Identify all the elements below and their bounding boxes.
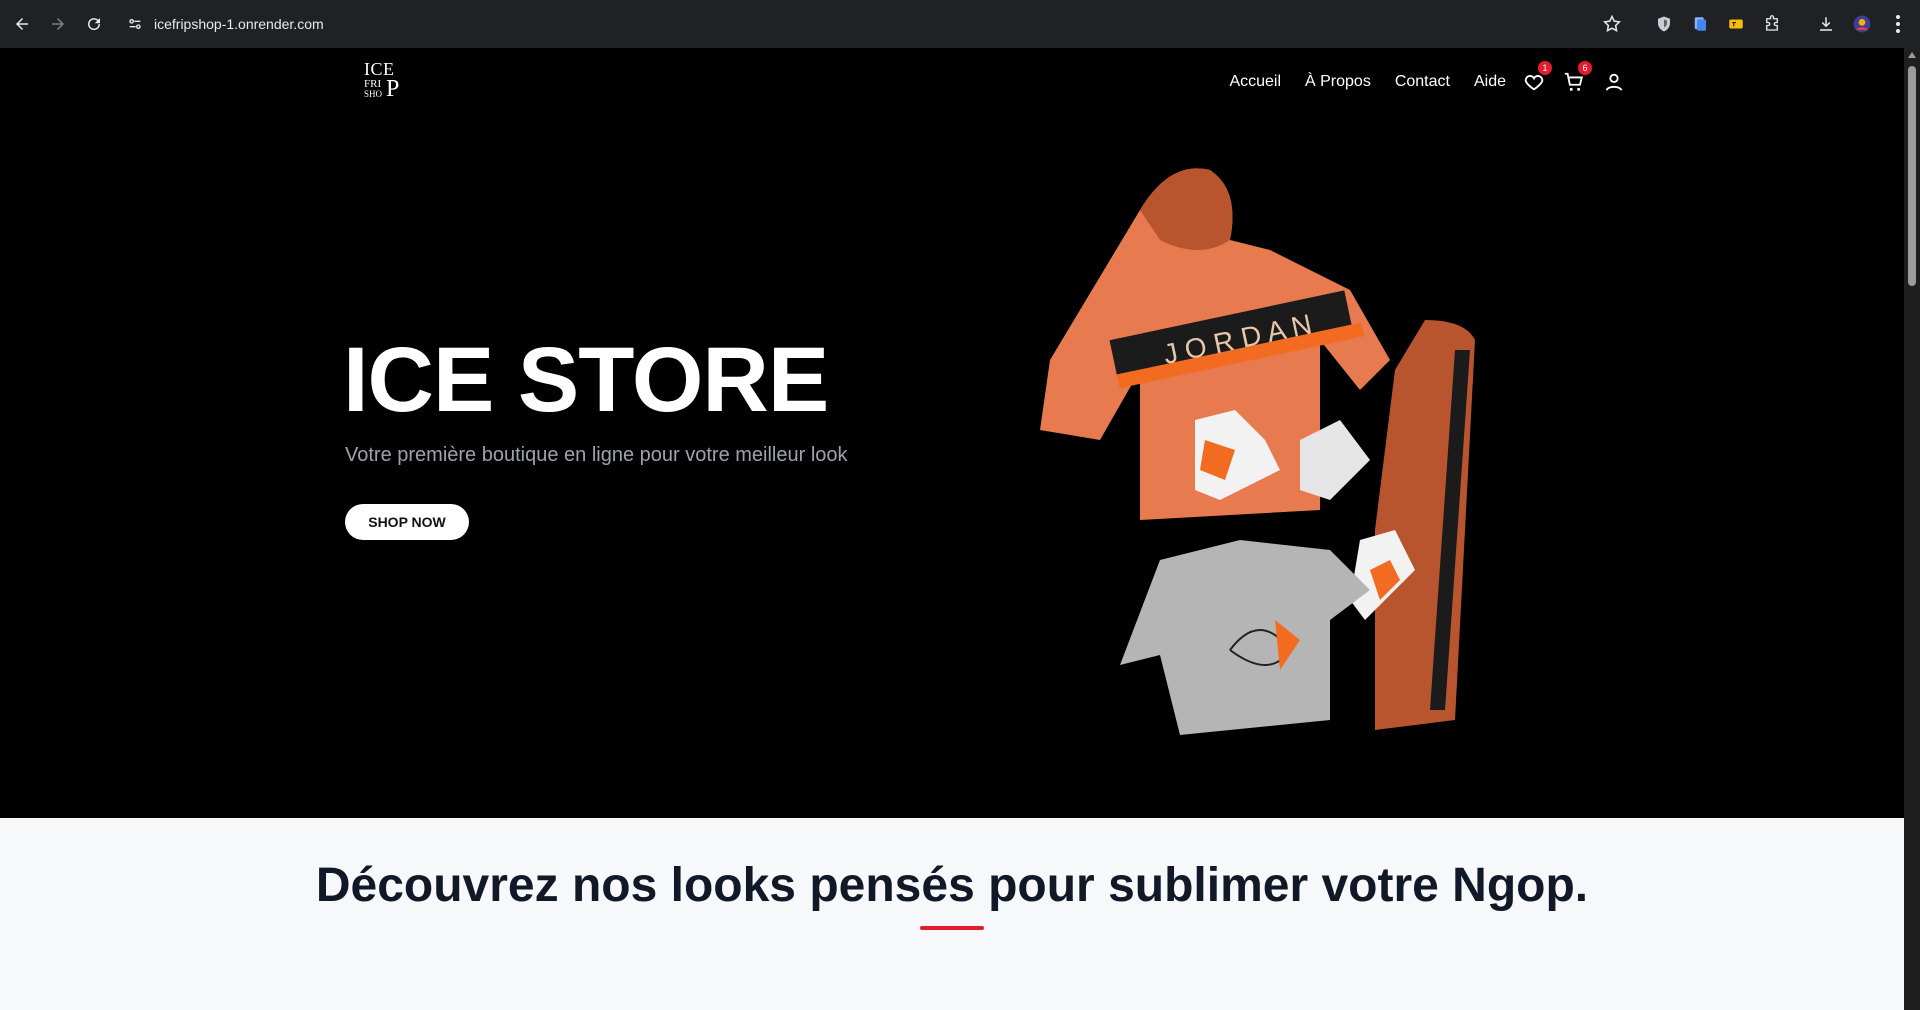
scroll-up-arrow[interactable] — [1908, 52, 1916, 58]
browser-toolbar: icefripshop-1.onrender.com — [0, 0, 1920, 48]
logo-p: P — [386, 76, 400, 102]
reload-icon — [88, 18, 101, 31]
translate-extension-icon[interactable] — [1726, 14, 1746, 34]
user-icon — [1605, 73, 1623, 91]
forward-button[interactable] — [40, 6, 76, 42]
reload-button[interactable] — [76, 6, 112, 42]
nav-contact[interactable]: Contact — [1395, 73, 1450, 91]
hero-title: ICE STORE — [343, 329, 829, 431]
wishlist-button[interactable]: 1 — [1522, 61, 1552, 94]
download-icon[interactable] — [1816, 14, 1836, 34]
logo-line-3: SHO — [364, 89, 383, 99]
nav-aide[interactable]: Aide — [1474, 73, 1506, 91]
page-viewport: ICE FRI SHO P Accueil À Propos Contact A… — [0, 48, 1904, 1010]
shield-extension-icon[interactable] — [1654, 14, 1674, 34]
logo-line-1: ICE — [364, 59, 395, 79]
account-button[interactable] — [1602, 70, 1626, 94]
site-header: ICE FRI SHO P Accueil À Propos Contact A… — [0, 48, 1904, 112]
docs-extension-icon[interactable] — [1690, 14, 1710, 34]
shop-now-button[interactable]: SHOP NOW — [345, 504, 469, 540]
back-button[interactable] — [4, 6, 40, 42]
back-icon — [16, 18, 28, 30]
main-nav: Accueil À Propos Contact Aide 1 6 — [1205, 61, 1626, 94]
nav-accueil[interactable]: Accueil — [1229, 73, 1281, 91]
scroll-thumb[interactable] — [1908, 66, 1916, 286]
wishlist-count-badge: 1 — [1538, 61, 1552, 75]
profile-icon[interactable] — [1852, 14, 1872, 34]
address-bar[interactable]: icefripshop-1.onrender.com — [122, 8, 1638, 40]
forward-icon — [52, 18, 64, 30]
cart-count-badge: 6 — [1578, 61, 1592, 75]
cart-button[interactable]: 6 — [1562, 61, 1592, 94]
menu-icon[interactable] — [1888, 14, 1908, 34]
site-info-icon[interactable] — [122, 11, 148, 37]
logo[interactable]: ICE FRI SHO P — [364, 60, 406, 102]
section-title-underline — [920, 926, 984, 930]
looks-section: Découvrez nos looks pensés pour sublimer… — [0, 818, 1904, 1010]
bookmark-star-icon[interactable] — [1602, 14, 1622, 34]
hero-subtitle: Votre première boutique en ligne pour vo… — [345, 444, 848, 466]
page-scrollbar[interactable] — [1904, 48, 1920, 1010]
hero-product-image: J O R D A N — [1040, 168, 1475, 735]
nav-a-propos[interactable]: À Propos — [1305, 73, 1371, 91]
url-text: icefripshop-1.onrender.com — [154, 16, 324, 32]
extensions-puzzle-icon[interactable] — [1762, 14, 1782, 34]
section-title: Découvrez nos looks pensés pour sublimer… — [315, 859, 1589, 912]
